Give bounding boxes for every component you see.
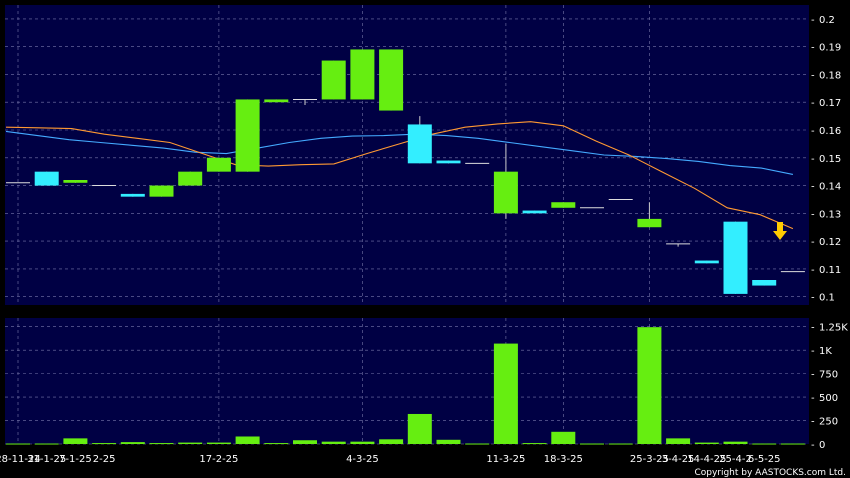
candle-body — [752, 280, 777, 286]
price-tick-label: 0.1 — [819, 293, 835, 304]
volume-tick-label: 500 — [819, 393, 838, 404]
x-axis-labels: 28-11-2431-1-257-1-252-2517-2-254-3-2511… — [0, 454, 781, 465]
candle-body — [34, 171, 59, 186]
volume-bar — [580, 443, 604, 445]
volume-tick-mark: - — [811, 346, 815, 357]
candle-body — [493, 171, 518, 214]
candle-body — [178, 171, 203, 186]
volume-tick-mark: - — [811, 440, 815, 451]
volume-bar — [206, 442, 231, 444]
candle-body — [235, 99, 260, 172]
volume-tick-label: 250 — [819, 417, 838, 428]
volume-bar — [321, 441, 346, 444]
volume-bar — [63, 438, 88, 444]
volume-bar — [92, 443, 117, 445]
candle-body — [551, 202, 576, 208]
candle-body — [120, 193, 145, 197]
candle-body — [436, 160, 461, 164]
price-tick-label: 0.15 — [819, 154, 841, 165]
candle-body — [723, 221, 748, 294]
price-tick-mark: - — [811, 237, 815, 248]
price-tick-label: 0.18 — [819, 70, 841, 81]
volume-bar — [666, 438, 691, 444]
volume-bar — [407, 413, 432, 444]
volume-bar — [780, 443, 805, 445]
volume-bar — [34, 443, 59, 445]
price-tick-mark: - — [811, 70, 815, 81]
x-tick-label: 7-1-25 — [59, 454, 92, 465]
candle-body — [149, 185, 174, 197]
volume-tick-mark: - — [811, 370, 815, 381]
price-panel — [5, 5, 809, 305]
candle-body — [407, 124, 432, 164]
volume-bar — [465, 443, 490, 445]
candle-body — [694, 260, 719, 264]
copyright-text: Copyright by AASTOCKS.com Ltd. — [694, 468, 846, 478]
price-tick-label: 0.17 — [819, 98, 841, 109]
volume-bar — [694, 442, 719, 444]
volume-bar — [6, 443, 30, 445]
price-tick-label: 0.19 — [819, 43, 841, 54]
volume-bar — [149, 443, 174, 445]
volume-bar — [522, 443, 547, 445]
candle-body — [522, 210, 547, 214]
price-tick-mark: - — [811, 126, 815, 137]
stock-chart: 0.1-0.11-0.12-0.13-0.14-0.15-0.16-0.17-0… — [0, 5, 848, 478]
volume-tick-mark: - — [811, 393, 815, 404]
volume-tick-label: 0 — [819, 440, 825, 451]
price-tick-mark: - — [811, 98, 815, 109]
price-tick-label: 0.13 — [819, 209, 841, 220]
volume-bar — [350, 441, 375, 444]
volume-bar — [379, 439, 404, 444]
x-tick-label: 2-25 — [93, 454, 116, 465]
candle-body — [321, 60, 346, 100]
price-tick-label: 0.2 — [819, 15, 835, 26]
volume-bar — [608, 443, 633, 445]
x-tick-label: 11-3-25 — [486, 454, 525, 465]
x-tick-label: 4-3-25 — [346, 454, 379, 465]
volume-tick-label: 1K — [819, 346, 832, 357]
price-tick-label: 0.14 — [819, 182, 841, 193]
volume-tick-mark: - — [811, 417, 815, 428]
candle-body — [637, 218, 662, 228]
volume-tick-mark: - — [811, 323, 815, 334]
volume-bar — [752, 443, 777, 445]
volume-tick-label: 750 — [819, 370, 838, 381]
volume-bar — [235, 436, 260, 444]
price-tick-mark: - — [811, 43, 815, 54]
price-tick-mark: - — [811, 15, 815, 26]
price-tick-label: 0.11 — [819, 265, 841, 276]
volume-bar — [293, 440, 317, 444]
candle-body — [379, 49, 404, 111]
price-tick-mark: - — [811, 154, 815, 165]
candle-body — [350, 49, 375, 100]
price-tick-label: 0.16 — [819, 126, 841, 137]
x-tick-label: 18-3-25 — [544, 454, 583, 465]
volume-bar — [264, 443, 289, 445]
price-tick-mark: - — [811, 265, 815, 276]
price-tick-label: 0.12 — [819, 237, 841, 248]
volume-bar — [493, 343, 518, 444]
volume-tick-label: 1.25K — [819, 323, 848, 334]
volume-panel — [5, 318, 809, 444]
price-tick-mark: - — [811, 182, 815, 193]
volume-bar — [637, 327, 662, 444]
volume-bar — [551, 431, 576, 444]
volume-bar — [723, 441, 748, 444]
x-tick-label: 17-2-25 — [199, 454, 238, 465]
price-tick-mark: - — [811, 293, 815, 304]
candle-body — [206, 157, 231, 172]
candle-body — [63, 180, 88, 183]
candle-body — [264, 99, 289, 103]
volume-bar — [120, 442, 145, 444]
volume-bar — [178, 442, 203, 444]
price-tick-mark: - — [811, 209, 815, 220]
x-tick-label: 6-5-25 — [748, 454, 781, 465]
volume-bar — [436, 439, 461, 444]
